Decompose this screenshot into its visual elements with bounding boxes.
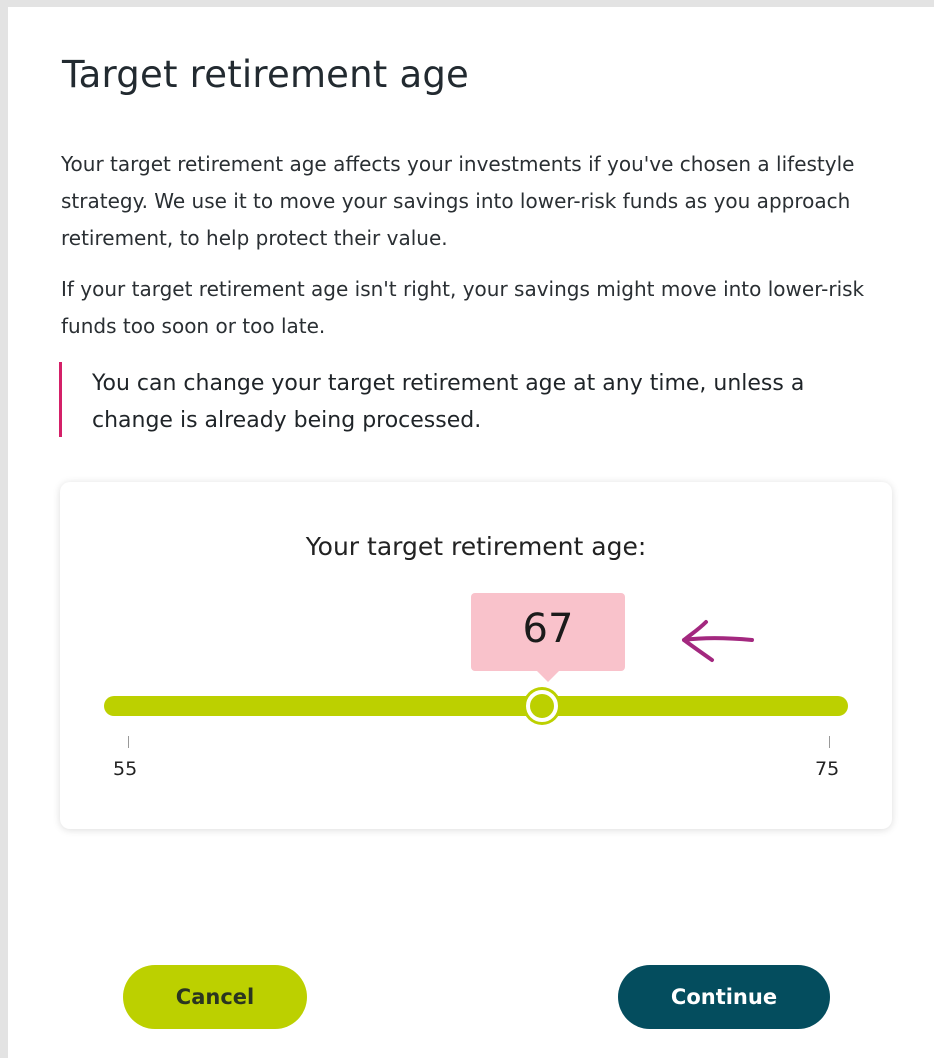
warning-paragraph: If your target retirement age isn't righ… (61, 277, 865, 338)
callout-text: You can change your target retirement ag… (92, 371, 805, 433)
age-slider-card: Your target retirement age: 67 55 75 (60, 482, 892, 829)
slider-max-label: 75 (815, 758, 840, 780)
intro-paragraph: Your target retirement age affects your … (61, 152, 855, 250)
arrow-left-icon (682, 620, 754, 662)
page-title: Target retirement age (62, 53, 469, 96)
continue-button[interactable]: Continue (618, 965, 830, 1029)
slider-track[interactable] (104, 696, 848, 716)
info-callout: You can change your target retirement ag… (59, 362, 902, 437)
slider-max-tick (829, 736, 830, 748)
cancel-button[interactable]: Cancel (123, 965, 307, 1029)
slider-min-tick (128, 736, 129, 748)
slider-min-label: 55 (113, 758, 138, 780)
slider-thumb[interactable] (526, 690, 558, 722)
slider-label: Your target retirement age: (305, 532, 647, 561)
slider-value: 67 (522, 606, 574, 652)
slider-value-bubble: 67 (471, 593, 625, 682)
retirement-age-modal: Target retirement age Your target retire… (8, 7, 934, 1058)
